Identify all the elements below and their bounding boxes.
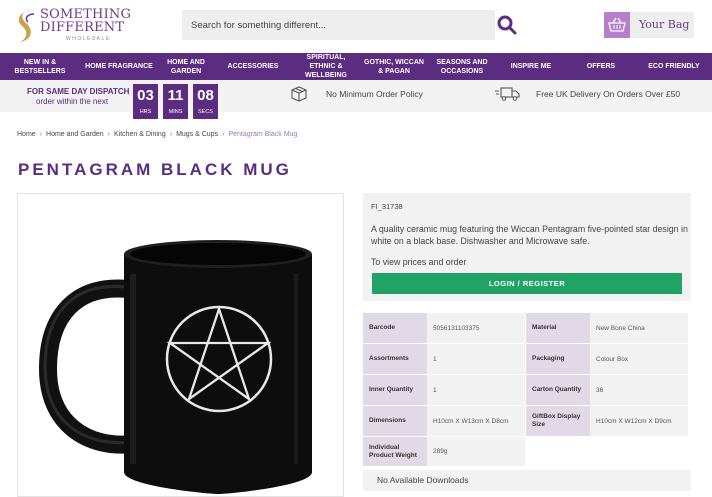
spec-table: Barcode 5056131103375 Material New Bone … [363, 313, 691, 467]
main-nav: NEW IN & BESTSELLERS HOME FRAGRANCE HOME… [0, 53, 712, 80]
search-bar [182, 10, 495, 40]
spec-value: New Bone China [590, 313, 689, 344]
product-sku: FI_31738 [371, 202, 403, 211]
nav-item-gothic[interactable]: GOTHIC, WICCAN & PAGAN [360, 53, 428, 80]
nav-item-offers[interactable]: OFFERS [566, 53, 636, 80]
spec-value: H10cm X W13cm X D8cm [427, 406, 526, 437]
chevron-right-icon: › [39, 131, 43, 138]
nav-item-eco[interactable]: ECO FRIENDLY [636, 53, 712, 80]
brand-line-2: DIFFERENT [40, 20, 125, 35]
chevron-right-icon: › [107, 131, 110, 138]
chevron-right-icon: › [169, 131, 173, 138]
nav-item-spiritual[interactable]: SPIRITUAL, ETHNIC & WELLBEING [292, 53, 360, 80]
spec-label: Carton Quantity [526, 375, 590, 406]
breadcrumb-kitchen[interactable]: Kitchen & Dining [114, 131, 166, 138]
delivery-text: Free UK Delivery On Orders Over £50 [536, 89, 681, 99]
breadcrumb: Home › Home and Garden › Kitchen & Dinin… [17, 131, 297, 138]
chevron-right-icon: › [222, 131, 225, 138]
search-input[interactable] [182, 10, 495, 40]
box-icon [291, 86, 307, 102]
delivery-truck-icon [495, 87, 520, 101]
spec-value: Colour Box [590, 344, 689, 375]
breadcrumb-current: Pentagram Black Mug [228, 131, 298, 138]
table-row: Dimensions H10cm X W13cm X D8cm GiftBox … [363, 406, 691, 437]
table-row: Assortments 1 Packaging Colour Box [363, 344, 691, 375]
page-title: PENTAGRAM BLACK MUG [18, 160, 292, 179]
spec-empty-cell [526, 437, 691, 467]
nav-item-seasons[interactable]: SEASONS AND OCCASIONS [428, 53, 496, 80]
spec-label: Dimensions [363, 406, 427, 437]
search-icon[interactable] [497, 14, 517, 36]
table-row: Barcode 5056131103375 Material New Bone … [363, 313, 691, 344]
spec-value: 36 [590, 375, 689, 406]
bag-icon-box [604, 12, 630, 38]
bag-button[interactable]: Your Bag [604, 12, 694, 38]
spec-value: 289g [427, 437, 526, 467]
view-prices-text: To view prices and order [371, 257, 467, 267]
breadcrumb-mugs[interactable]: Mugs & Cups [176, 131, 218, 138]
nav-item-inspire[interactable]: INSPIRE ME [496, 53, 566, 80]
product-image [38, 240, 312, 494]
breadcrumb-home[interactable]: Home [17, 131, 36, 138]
spec-value: 5056131103375 [427, 313, 526, 344]
timer-secs: 08 SECS [193, 84, 218, 119]
spec-value: 1 [427, 344, 526, 375]
timer-mins: 11 MINS [163, 84, 188, 119]
spec-label: Packaging [526, 344, 590, 375]
nav-item-new-in[interactable]: NEW IN & BESTSELLERS [0, 53, 80, 80]
bag-label: Your Bag [639, 18, 690, 31]
spec-label: Inner Quantity [363, 375, 427, 406]
product-description: A quality ceramic mug featuring the Wicc… [371, 224, 688, 246]
policy-text: No Minimum Order Policy [326, 89, 423, 99]
dispatch-subtitle: order within the next [36, 97, 109, 106]
spec-label: GiftBox Display Size [526, 406, 590, 437]
nav-item-home-fragrance[interactable]: HOME FRAGRANCE [80, 53, 158, 80]
spec-value: H10cm X W12cm X D9cm [590, 406, 689, 437]
spec-label: Material [526, 313, 590, 344]
dispatch-title: FOR SAME DAY DISPATCH [27, 87, 130, 96]
spec-label: Assortments [363, 344, 427, 375]
timer-hours: 03 HRS [133, 84, 158, 119]
brand-line-3: WHOLESALE [66, 36, 111, 42]
table-row: Individual Product Weight 289g [363, 437, 691, 467]
brand-logo[interactable]: SOMETHING DIFFERENT WHOLESALE [14, 6, 131, 46]
login-register-button[interactable]: LOGIN / REGISTER [372, 273, 682, 294]
logo-swirl-icon [18, 9, 36, 43]
nav-item-accessories[interactable]: ACCESSORIES [214, 53, 292, 80]
breadcrumb-home-garden[interactable]: Home and Garden [46, 131, 104, 138]
table-row: Inner Quantity 1 Carton Quantity 36 [363, 375, 691, 406]
basket-icon [608, 17, 626, 32]
product-info-panel: FI_31738 A quality ceramic mug featuring… [363, 193, 691, 301]
spec-value: 1 [427, 375, 526, 406]
product-image-panel[interactable] [17, 193, 344, 497]
spec-label: Individual Product Weight [363, 437, 427, 467]
downloads-section: No Available Downloads [363, 470, 691, 491]
site-header: SOMETHING DIFFERENT WHOLESALE Your Bag [0, 0, 712, 52]
nav-item-home-garden[interactable]: HOME AND GARDEN [158, 53, 214, 80]
spec-label: Barcode [363, 313, 427, 344]
